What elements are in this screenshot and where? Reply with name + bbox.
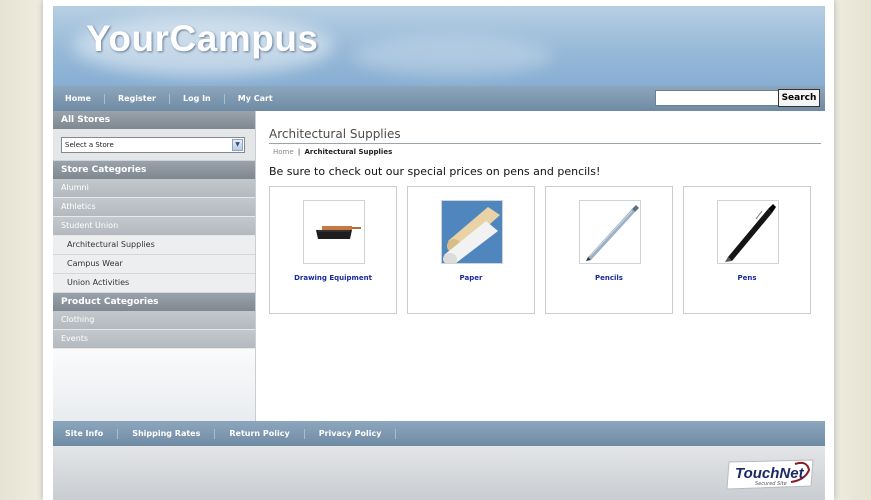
site-header: YourCampus bbox=[53, 6, 825, 86]
sidebar: All Stores Select a Store ▼ Store Catego… bbox=[53, 111, 256, 421]
site-logo[interactable]: YourCampus bbox=[86, 18, 319, 60]
chevron-down-icon[interactable]: ▼ bbox=[232, 139, 243, 151]
touchnet-secured-text: Secured Site bbox=[755, 481, 787, 487]
sidebar-item-events[interactable]: Events bbox=[53, 330, 255, 349]
footer-site-info-link[interactable]: Site Info bbox=[59, 428, 119, 439]
product-link-drawing-equipment[interactable]: Drawing Equipment bbox=[270, 274, 396, 282]
nav-login-link[interactable]: Log In bbox=[170, 93, 225, 104]
sidebar-subitem-union-activities[interactable]: Union Activities bbox=[53, 274, 255, 293]
site-footer: TouchNet Secured Site bbox=[53, 446, 825, 500]
pen-icon[interactable] bbox=[717, 200, 779, 264]
all-stores-heading: All Stores bbox=[53, 111, 255, 129]
footer-nav-bar: Site Info Shipping Rates Return Policy P… bbox=[53, 421, 825, 446]
pencil-icon[interactable] bbox=[579, 200, 641, 264]
title-divider bbox=[269, 143, 821, 144]
page-title: Architectural Supplies bbox=[269, 127, 401, 141]
top-nav-bar: Home Register Log In My Cart Search bbox=[53, 86, 825, 111]
promo-message: Be sure to check out our special prices … bbox=[269, 165, 601, 178]
product-tile-pencils[interactable]: Pencils bbox=[545, 186, 673, 314]
product-tile-paper[interactable]: Paper bbox=[407, 186, 535, 314]
product-link-paper[interactable]: Paper bbox=[408, 274, 534, 282]
search-input[interactable] bbox=[655, 90, 779, 106]
sidebar-subitem-campus-wear[interactable]: Campus Wear bbox=[53, 255, 255, 274]
footer-shipping-rates-link[interactable]: Shipping Rates bbox=[118, 428, 216, 439]
search-button[interactable]: Search bbox=[778, 89, 820, 107]
sidebar-subitem-architectural-supplies[interactable]: Architectural Supplies bbox=[53, 236, 255, 255]
nav-home-link[interactable]: Home bbox=[59, 93, 105, 104]
breadcrumb-separator: | bbox=[297, 148, 301, 156]
main-content: Architectural Supplies Home | Architectu… bbox=[269, 111, 825, 421]
sidebar-item-clothing[interactable]: Clothing bbox=[53, 311, 255, 330]
product-link-pens[interactable]: Pens bbox=[684, 274, 810, 282]
footer-return-policy-link[interactable]: Return Policy bbox=[215, 428, 305, 439]
top-nav-links: Home Register Log In My Cart bbox=[59, 86, 286, 111]
nav-cart-link[interactable]: My Cart bbox=[225, 94, 286, 104]
sidebar-item-athletics[interactable]: Athletics bbox=[53, 198, 255, 217]
header-cloud bbox=[353, 36, 553, 76]
breadcrumb-current: Architectural Supplies bbox=[304, 148, 393, 156]
page-container: YourCampus Home Register Log In My Cart … bbox=[43, 0, 834, 500]
touchnet-secured-badge[interactable]: TouchNet Secured Site bbox=[725, 458, 817, 491]
sidebar-item-alumni[interactable]: Alumni bbox=[53, 179, 255, 198]
product-tile-drawing-equipment[interactable]: Drawing Equipment bbox=[269, 186, 397, 314]
product-categories-heading: Product Categories bbox=[53, 293, 255, 311]
breadcrumb: Home | Architectural Supplies bbox=[273, 148, 392, 156]
store-select-dropdown[interactable]: Select a Store ▼ bbox=[61, 137, 245, 153]
store-categories-heading: Store Categories bbox=[53, 161, 255, 179]
store-select-container: Select a Store ▼ bbox=[53, 129, 255, 161]
product-grid: Drawing Equipment Paper Pencils Pens bbox=[269, 186, 825, 314]
paper-rolls-icon[interactable] bbox=[441, 200, 503, 264]
breadcrumb-home-link[interactable]: Home bbox=[273, 148, 294, 156]
product-link-pencils[interactable]: Pencils bbox=[546, 274, 672, 282]
footer-links: Site Info Shipping Rates Return Policy P… bbox=[59, 421, 397, 446]
touchnet-logo-text: TouchNet bbox=[735, 465, 805, 482]
brush-icon[interactable] bbox=[303, 200, 365, 264]
footer-privacy-policy-link[interactable]: Privacy Policy bbox=[305, 428, 397, 439]
sidebar-item-student-union[interactable]: Student Union bbox=[53, 217, 255, 236]
product-tile-pens[interactable]: Pens bbox=[683, 186, 811, 314]
store-select-value: Select a Store bbox=[65, 141, 114, 149]
nav-register-link[interactable]: Register bbox=[105, 93, 170, 104]
